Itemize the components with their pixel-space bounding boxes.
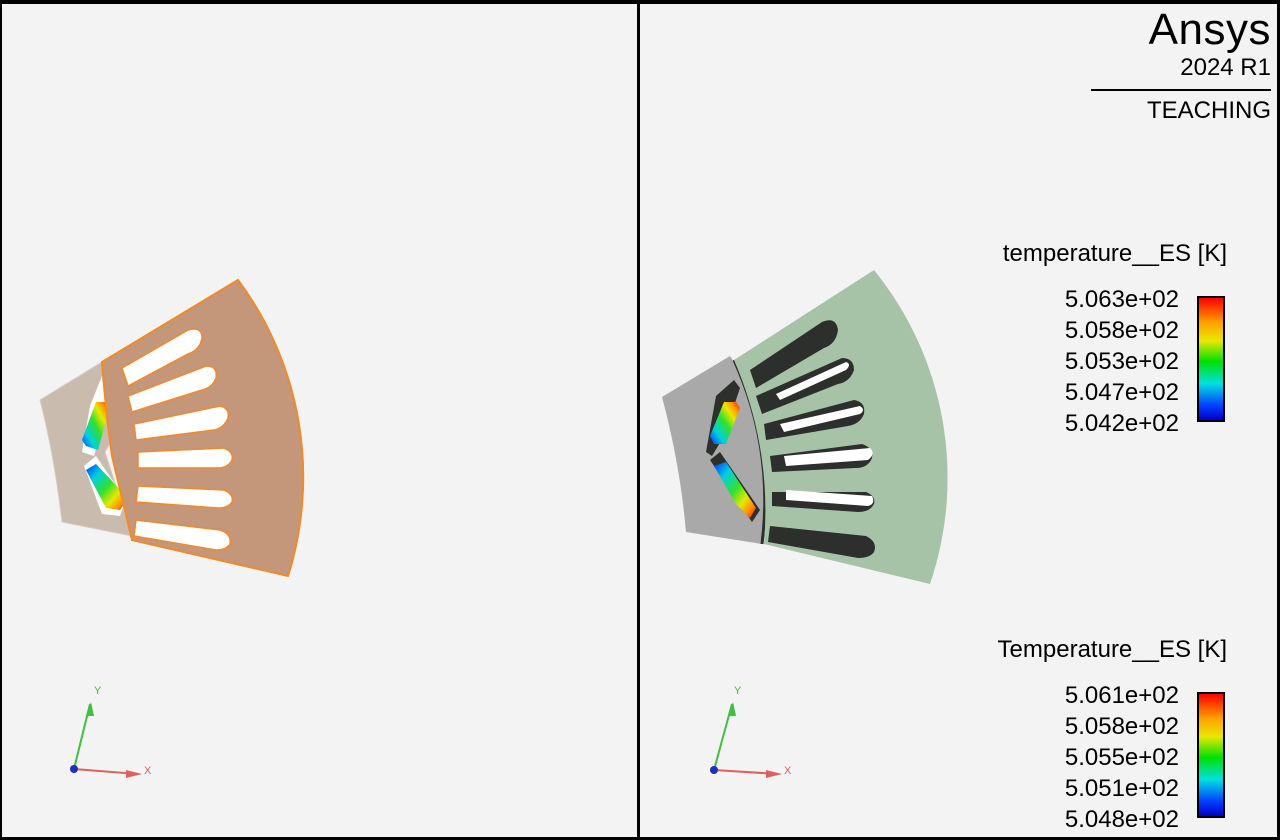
legend-title: temperature__ES [K] (1002, 240, 1227, 267)
brand-name: Ansys (1148, 5, 1271, 54)
legend-temperature-es[interactable]: temperature__ES [K] 5.063e+02 5.058e+02 … (957, 240, 1227, 437)
legend-tick: 5.058e+02 (1064, 713, 1179, 740)
left-viewport[interactable]: Y X (2, 4, 637, 837)
legend-tick: 5.058e+02 (1064, 317, 1179, 344)
legend-temperature-es-capital[interactable]: Temperature__ES [K] 5.061e+02 5.058e+02 … (957, 636, 1227, 836)
right-viewport[interactable]: Y X Ansys 2024 R1 TEACHING temperature__… (640, 4, 1277, 837)
brand-version: 2024 R1 (1180, 54, 1271, 81)
brand-edition: TEACHING (1146, 97, 1271, 124)
legend-tick: 5.048e+02 (1064, 806, 1179, 833)
axis-y-label: Y (734, 685, 742, 697)
legend-tick: 5.061e+02 (1064, 682, 1179, 709)
axis-x-label: X (784, 765, 792, 777)
axis-y-label: Y (94, 685, 102, 697)
xyz-triad-icon: Y X (710, 685, 792, 778)
xyz-triad-icon: Y X (70, 685, 152, 778)
legend-ticks: 5.063e+02 5.058e+02 5.053e+02 5.047e+02 … (1065, 284, 1179, 439)
legend-tick: 5.051e+02 (1064, 775, 1179, 802)
slot-4 (137, 447, 234, 469)
app-frame: Y X Y X Ansys 2024 R1 TEACHING temperatu… (0, 0, 1280, 840)
legend-ticks: 5.061e+02 5.058e+02 5.055e+02 5.051e+02 … (1065, 680, 1179, 835)
ansys-brand: Ansys 2024 R1 TEACHING (1091, 6, 1271, 125)
legend-tick: 5.063e+02 (1064, 286, 1179, 313)
legend-title: Temperature__ES [K] (997, 636, 1227, 663)
legend-tick: 5.042e+02 (1064, 410, 1179, 437)
brand-divider (1091, 89, 1271, 91)
colorbar-icon (1197, 296, 1225, 422)
colorbar-icon (1197, 692, 1225, 818)
legend-tick: 5.055e+02 (1064, 744, 1179, 771)
axis-x-label: X (144, 765, 152, 777)
left-scene: Y X (39, 278, 305, 778)
legend-tick: 5.053e+02 (1064, 348, 1179, 375)
legend-tick: 5.047e+02 (1064, 379, 1179, 406)
